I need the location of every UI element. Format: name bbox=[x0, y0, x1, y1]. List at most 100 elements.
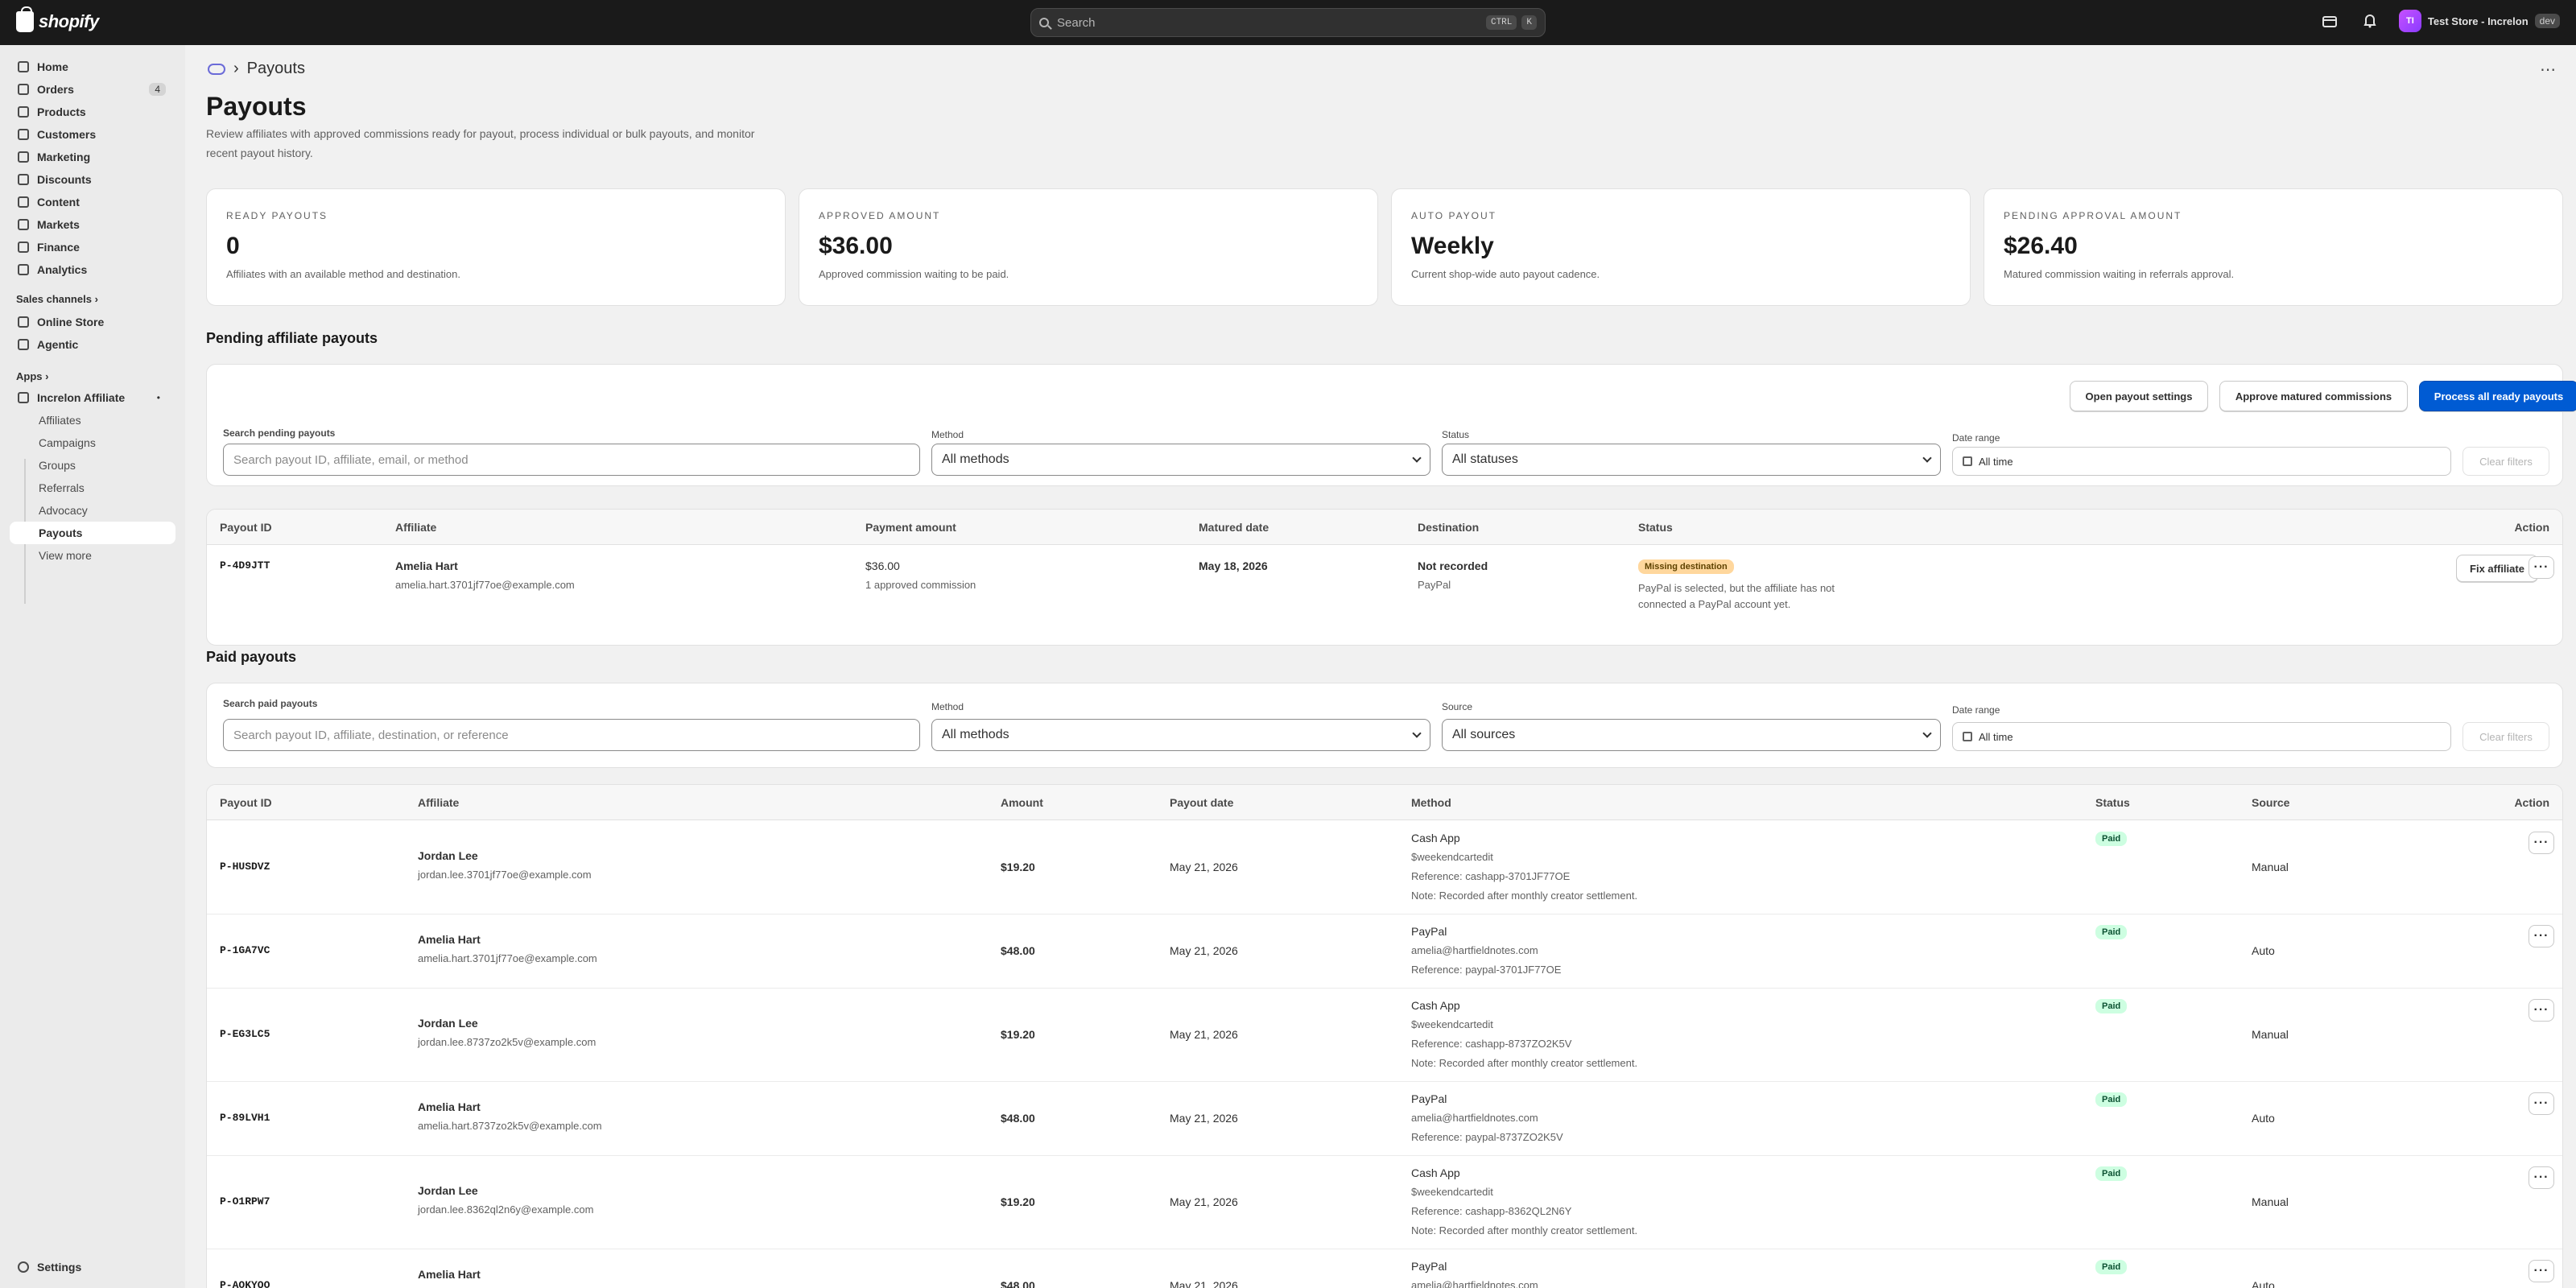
shopify-bag-icon bbox=[16, 6, 34, 32]
breadcrumb-separator: › bbox=[233, 60, 239, 77]
clear-filters-button[interactable]: Clear filters bbox=[2462, 447, 2549, 476]
header-payout-id: Payout ID bbox=[220, 521, 272, 534]
table-header: Payout ID Affiliate Payment amount Matur… bbox=[207, 510, 2562, 545]
open-payout-settings-button[interactable]: Open payout settings bbox=[2070, 381, 2208, 411]
sidebar-item-online-store[interactable]: Online Store bbox=[10, 311, 175, 333]
stat-value: $36.00 bbox=[819, 233, 893, 259]
amount: $19.20 bbox=[1001, 1195, 1035, 1208]
sidebar-subitem-view-more[interactable]: View more bbox=[10, 544, 175, 567]
process-all-payouts-button[interactable]: Process all ready payouts bbox=[2419, 381, 2576, 411]
method-select[interactable]: All methods bbox=[931, 444, 1430, 476]
more-icon[interactable]: ··· bbox=[2529, 1166, 2554, 1189]
stat-label: PENDING APPROVAL AMOUNT bbox=[2004, 210, 2182, 221]
destination-method: PayPal bbox=[1418, 579, 1451, 591]
discounts-icon bbox=[18, 174, 29, 185]
apps-heading[interactable]: Apps › bbox=[16, 370, 48, 382]
sidebar-item-settings[interactable]: Settings bbox=[10, 1256, 175, 1278]
sidebar-item-orders[interactable]: Orders 4 bbox=[10, 78, 175, 101]
search-placeholder: Search bbox=[1057, 15, 1096, 30]
sidebar-item-products[interactable]: Products bbox=[10, 101, 175, 123]
sidebar-subitem-campaigns[interactable]: Campaigns bbox=[10, 431, 175, 454]
date-range-select[interactable]: All time bbox=[1952, 722, 2451, 751]
payout-date: May 21, 2026 bbox=[1170, 1279, 1238, 1288]
more-icon[interactable]: ··· bbox=[2529, 832, 2554, 854]
method-detail: Reference: cashapp-8737ZO2K5V bbox=[1411, 1038, 1572, 1050]
sidebar-subitem-payouts[interactable]: Payouts bbox=[10, 522, 175, 544]
payout-id: P-89LVH1 bbox=[220, 1112, 270, 1124]
more-icon[interactable]: ··· bbox=[2529, 925, 2554, 947]
main-content: › Payouts ⋯ Payouts Review affiliates wi… bbox=[185, 45, 2576, 1288]
sidebar-item-finance[interactable]: Finance bbox=[10, 236, 175, 258]
sidebar-subitem-referrals[interactable]: Referrals bbox=[10, 477, 175, 499]
status-select[interactable]: All statuses bbox=[1442, 444, 1941, 476]
payout-id: P-1GA7VC bbox=[220, 944, 270, 956]
sales-channels-heading[interactable]: Sales channels › bbox=[16, 293, 98, 305]
pending-filter-card: Open payout settings Approve matured com… bbox=[206, 364, 2576, 486]
sidebar-subitem-affiliates[interactable]: Affiliates bbox=[10, 409, 175, 431]
clear-filters-button[interactable]: Clear filters bbox=[2462, 722, 2549, 751]
search-paid-input[interactable]: Search payout ID, affiliate, destination… bbox=[223, 719, 920, 751]
header-affiliate: Affiliate bbox=[395, 521, 437, 534]
sidebar-item-discounts[interactable]: Discounts bbox=[10, 168, 175, 191]
status-badge: Paid bbox=[2095, 999, 2128, 1013]
sidebar-item-marketing[interactable]: Marketing bbox=[10, 146, 175, 168]
stat-label: AUTO PAYOUT bbox=[1411, 210, 1497, 221]
top-bar: shopify Search CTRL K TI Test Store - In… bbox=[0, 0, 2576, 45]
method-detail: $weekendcartedit bbox=[1411, 1018, 1493, 1030]
payout-id: P-4D9JTT bbox=[220, 559, 270, 572]
store-menu[interactable]: TI Test Store - Increlon dev bbox=[2398, 10, 2560, 32]
fix-affiliate-button[interactable]: Fix affiliate bbox=[2456, 555, 2538, 582]
stat-value: 0 bbox=[226, 233, 240, 259]
shortcut-k: K bbox=[1521, 15, 1537, 30]
sidebar-subitem-groups[interactable]: Groups bbox=[10, 454, 175, 477]
sidebar-item-customers[interactable]: Customers bbox=[10, 123, 175, 146]
markets-icon bbox=[18, 219, 29, 230]
sidebar-subitem-advocacy[interactable]: Advocacy bbox=[10, 499, 175, 522]
affiliate-email: jordan.lee.8737zo2k5v@example.com bbox=[418, 1036, 597, 1048]
stat-card-pending-approval: PENDING APPROVAL AMOUNT $26.40 Matured c… bbox=[1984, 188, 2563, 306]
method-label: Method bbox=[931, 429, 964, 440]
shopify-logo[interactable]: shopify bbox=[16, 6, 99, 32]
more-icon[interactable]: ··· bbox=[2529, 556, 2554, 579]
sidebar-item-markets[interactable]: Markets bbox=[10, 213, 175, 236]
affiliate-email: jordan.lee.8362ql2n6y@example.com bbox=[418, 1203, 594, 1216]
analytics-icon bbox=[18, 264, 29, 275]
approve-matured-button[interactable]: Approve matured commissions bbox=[2219, 381, 2408, 411]
sidebar-item-label: Customers bbox=[37, 128, 97, 141]
affiliate-name: Jordan Lee bbox=[418, 849, 478, 862]
sidebar-item-label: Finance bbox=[37, 241, 80, 254]
method-detail: amelia@hartfieldnotes.com bbox=[1411, 1112, 1538, 1124]
bell-icon[interactable] bbox=[2359, 10, 2381, 32]
header-method: Method bbox=[1411, 796, 1451, 809]
stat-label: APPROVED AMOUNT bbox=[819, 210, 941, 221]
status-note: PayPal is selected, but the affiliate ha… bbox=[1638, 582, 1835, 610]
header-action: Action bbox=[2514, 796, 2549, 809]
sidebar-item-increlon-affiliate[interactable]: Increlon Affiliate • bbox=[10, 386, 175, 409]
sidebar-item-content[interactable]: Content bbox=[10, 191, 175, 213]
sidebar-item-label: Increlon Affiliate bbox=[37, 391, 126, 404]
more-icon[interactable]: ⋯ bbox=[2540, 60, 2557, 80]
source-select[interactable]: All sources bbox=[1442, 719, 1941, 751]
pending-section-title: Pending affiliate payouts bbox=[206, 330, 378, 346]
header-destination: Destination bbox=[1418, 521, 1480, 534]
global-search[interactable]: Search CTRL K bbox=[1030, 8, 1546, 37]
more-icon[interactable]: ··· bbox=[2529, 999, 2554, 1022]
date-range-value: All time bbox=[1979, 455, 2013, 468]
more-icon[interactable]: ··· bbox=[2529, 1092, 2554, 1115]
search-icon bbox=[1039, 18, 1049, 27]
method-detail: amelia@hartfieldnotes.com bbox=[1411, 944, 1538, 956]
sidebar-item-label: Home bbox=[37, 60, 68, 73]
sidebar-item-home[interactable]: Home bbox=[10, 56, 175, 78]
store-icon[interactable] bbox=[2318, 10, 2341, 32]
sidebar-item-analytics[interactable]: Analytics bbox=[10, 258, 175, 281]
sidebar-item-agentic[interactable]: Agentic bbox=[10, 333, 175, 356]
more-icon[interactable]: ··· bbox=[2529, 1260, 2554, 1282]
stats-row: READY PAYOUTS 0 Affiliates with an avail… bbox=[206, 188, 2563, 306]
app-logo-icon[interactable] bbox=[208, 63, 225, 75]
search-pending-input[interactable]: Search payout ID, affiliate, email, or m… bbox=[223, 444, 920, 476]
method-detail: Reference: paypal-3701JF77OE bbox=[1411, 964, 1562, 976]
method-select[interactable]: All methods bbox=[931, 719, 1430, 751]
source: Manual bbox=[2252, 1195, 2289, 1208]
date-range-select[interactable]: All time bbox=[1952, 447, 2451, 476]
stat-label: READY PAYOUTS bbox=[226, 210, 328, 221]
